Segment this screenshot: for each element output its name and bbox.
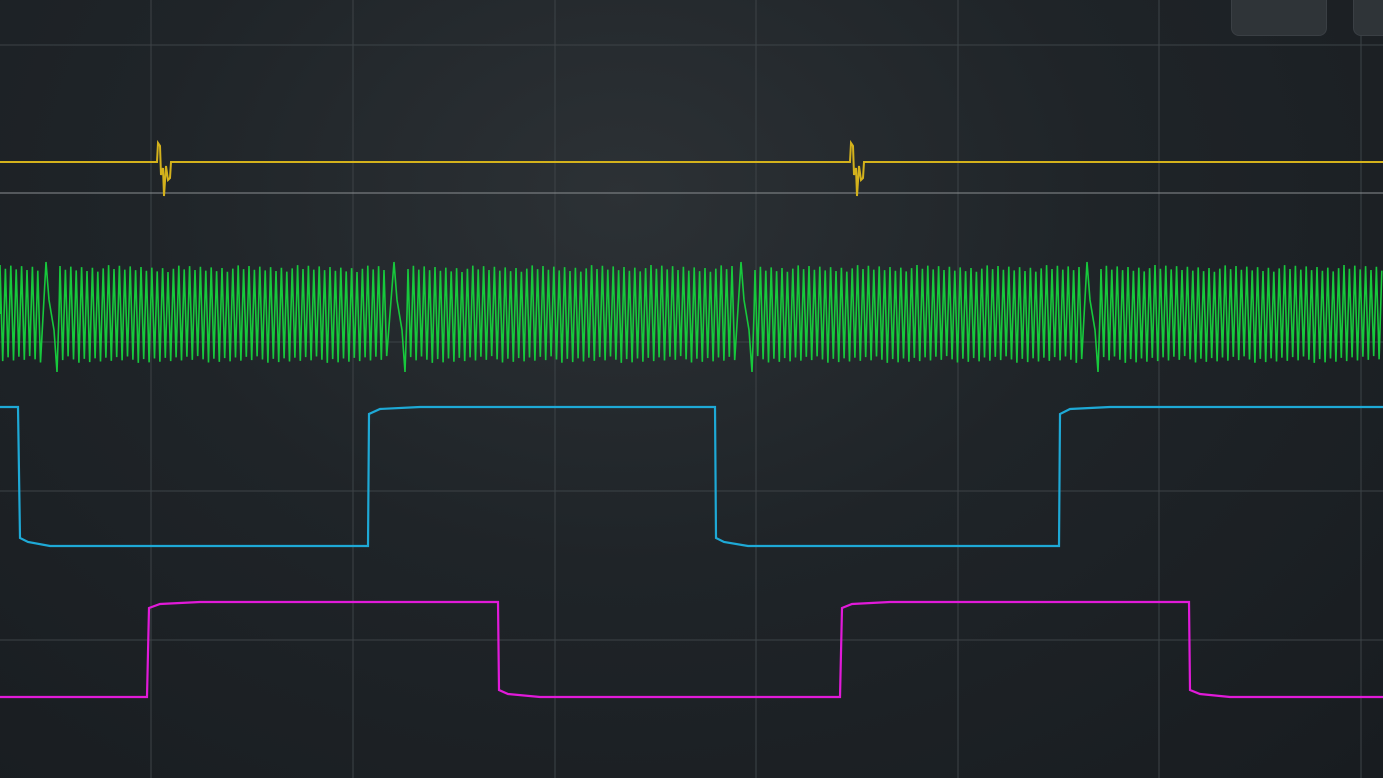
channel-4-trace <box>0 600 1383 699</box>
channel-2-trace <box>0 261 1383 373</box>
channel-1-trace <box>0 139 1383 197</box>
waveform-traces <box>0 139 1383 699</box>
circle-icon <box>1255 0 1305 7</box>
toolbar-button-a[interactable] <box>1231 0 1327 36</box>
graticule-grid <box>0 0 1383 778</box>
oscilloscope-screen <box>0 0 1383 778</box>
toolbar-button-b[interactable] <box>1353 0 1383 36</box>
channel-3-trace <box>0 405 1383 548</box>
waveform-display[interactable] <box>0 0 1383 778</box>
